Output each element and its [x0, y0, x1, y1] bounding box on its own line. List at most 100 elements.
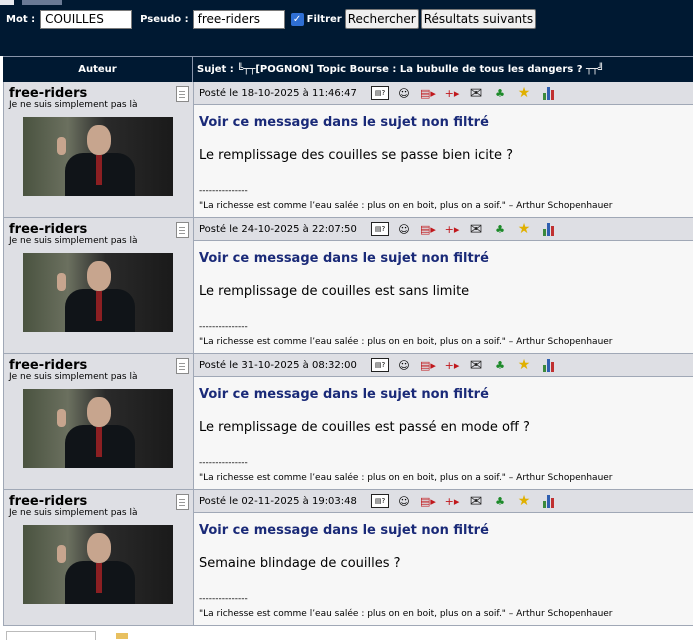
- profile-icon[interactable]: ▤?: [371, 358, 389, 372]
- stats-icon[interactable]: [539, 494, 557, 508]
- mail-icon[interactable]: ✉: [467, 221, 485, 236]
- posts-table: Auteur Sujet : ╚┬┬[POGNON] Topic Bourse …: [3, 56, 693, 626]
- post-message: Le remplissage de couilles est sans limi…: [199, 284, 470, 299]
- quote-icon[interactable]: ▤▸: [419, 222, 437, 236]
- profile-doc-icon[interactable]: [176, 494, 189, 510]
- avatar-face: [87, 125, 111, 155]
- post-meta-bar: Posté le 18-10-2025 à 11:46:47 ▤? ☺ ▤▸ +…: [194, 82, 693, 105]
- view-unfiltered-link[interactable]: Voir ce message dans le sujet non filtré: [199, 387, 489, 402]
- profile-doc-icon[interactable]: [176, 222, 189, 238]
- avatar-tie: [96, 563, 102, 593]
- favorite-star-icon[interactable]: ★: [515, 358, 533, 372]
- table-header: Auteur Sujet : ╚┬┬[POGNON] Topic Bourse …: [3, 56, 693, 82]
- favorite-star-icon[interactable]: ★: [515, 86, 533, 100]
- topic-subject[interactable]: Sujet : ╚┬┬[POGNON] Topic Bourse : La bu…: [193, 57, 693, 82]
- post-author-cell: free-riders Je ne suis simplement pas là: [4, 218, 194, 353]
- stats-bar: [550, 89, 554, 100]
- post-date: Posté le 02-11-2025 à 19:03:48: [199, 495, 357, 507]
- mail-icon[interactable]: ✉: [467, 85, 485, 100]
- avatar-hand: [57, 273, 66, 291]
- post-actions: ▤? ☺ ▤▸ +▸ ✉ ♣ ★: [371, 221, 563, 236]
- author-tagline: Je ne suis simplement pas là: [9, 508, 138, 518]
- author-name[interactable]: free-riders: [9, 358, 87, 373]
- avatar-hand: [57, 545, 66, 563]
- post-author-cell: free-riders Je ne suis simplement pas là: [4, 354, 194, 489]
- pseudo-input[interactable]: [192, 9, 285, 29]
- signature-separator: ---------------: [199, 186, 248, 196]
- avatar-face: [87, 533, 111, 563]
- avatar: [23, 117, 173, 196]
- post-signature: "La richesse est comme l’eau salée : plu…: [199, 201, 613, 211]
- profile-icon[interactable]: ▤?: [371, 222, 389, 236]
- stats-bar: [550, 361, 554, 372]
- quote-icon[interactable]: ▤▸: [419, 494, 437, 508]
- filter-label: Filtrer: [306, 13, 342, 25]
- mot-label: Mot :: [6, 13, 36, 25]
- profile-icon[interactable]: ▤?: [371, 86, 389, 100]
- alert-icon[interactable]: ♣: [491, 358, 509, 372]
- quote-icon[interactable]: ▤▸: [419, 86, 437, 100]
- post-message: Semaine blindage de couilles ?: [199, 556, 401, 571]
- post-date: Posté le 24-10-2025 à 22:07:50: [199, 223, 357, 235]
- author-name[interactable]: free-riders: [9, 86, 87, 101]
- post-body-cell: Posté le 18-10-2025 à 11:46:47 ▤? ☺ ▤▸ +…: [194, 82, 693, 217]
- post-meta-bar: Posté le 31-10-2025 à 08:32:00 ▤? ☺ ▤▸ +…: [194, 354, 693, 377]
- post-date: Posté le 18-10-2025 à 11:46:47: [199, 87, 357, 99]
- stats-icon[interactable]: [539, 222, 557, 236]
- post-row: free-riders Je ne suis simplement pas là…: [3, 490, 693, 626]
- search-button[interactable]: Rechercher: [344, 9, 419, 29]
- smiley-icon[interactable]: ☺: [395, 86, 413, 100]
- stats-icon[interactable]: [539, 86, 557, 100]
- profile-doc-icon[interactable]: [176, 358, 189, 374]
- stats-bar: [542, 500, 546, 508]
- avatar: [23, 389, 173, 468]
- post-meta-bar: Posté le 24-10-2025 à 22:07:50 ▤? ☺ ▤▸ +…: [194, 218, 693, 241]
- multi-quote-icon[interactable]: +▸: [443, 222, 461, 236]
- avatar-tie: [96, 427, 102, 457]
- nav-tab[interactable]: [0, 0, 14, 5]
- nav-tab-active[interactable]: [22, 0, 62, 5]
- view-unfiltered-link[interactable]: Voir ce message dans le sujet non filtré: [199, 115, 489, 130]
- signature-separator: ---------------: [199, 322, 248, 332]
- mail-icon[interactable]: ✉: [467, 493, 485, 508]
- post-author-cell: free-riders Je ne suis simplement pas là: [4, 82, 194, 217]
- post-body-cell: Posté le 31-10-2025 à 08:32:00 ▤? ☺ ▤▸ +…: [194, 354, 693, 489]
- alert-icon[interactable]: ♣: [491, 222, 509, 236]
- author-tagline: Je ne suis simplement pas là: [9, 372, 138, 382]
- multi-quote-icon[interactable]: +▸: [443, 494, 461, 508]
- mail-icon[interactable]: ✉: [467, 357, 485, 372]
- avatar-tie: [96, 155, 102, 185]
- stats-bar: [542, 364, 546, 372]
- profile-icon[interactable]: ▤?: [371, 494, 389, 508]
- profile-doc-icon[interactable]: [176, 86, 189, 102]
- mot-input[interactable]: [40, 9, 133, 29]
- stats-bar: [546, 358, 550, 372]
- multi-quote-icon[interactable]: +▸: [443, 86, 461, 100]
- quote-icon[interactable]: ▤▸: [419, 358, 437, 372]
- post-actions: ▤? ☺ ▤▸ +▸ ✉ ♣ ★: [371, 85, 563, 100]
- next-results-button[interactable]: Résultats suivants: [420, 9, 537, 29]
- footer: [0, 631, 693, 640]
- folder-icon[interactable]: [116, 633, 128, 639]
- smiley-icon[interactable]: ☺: [395, 222, 413, 236]
- favorite-star-icon[interactable]: ★: [515, 222, 533, 236]
- alert-icon[interactable]: ♣: [491, 494, 509, 508]
- view-unfiltered-link[interactable]: Voir ce message dans le sujet non filtré: [199, 251, 489, 266]
- smiley-icon[interactable]: ☺: [395, 358, 413, 372]
- author-name[interactable]: free-riders: [9, 222, 87, 237]
- multi-quote-icon[interactable]: +▸: [443, 358, 461, 372]
- author-column-header: Auteur: [3, 57, 193, 82]
- favorite-star-icon[interactable]: ★: [515, 494, 533, 508]
- alert-icon[interactable]: ♣: [491, 86, 509, 100]
- stats-icon[interactable]: [539, 358, 557, 372]
- stats-bars: [542, 222, 554, 236]
- smiley-icon[interactable]: ☺: [395, 494, 413, 508]
- stats-bar: [542, 228, 546, 236]
- post-row: free-riders Je ne suis simplement pas là…: [3, 218, 693, 354]
- author-tagline: Je ne suis simplement pas là: [9, 100, 138, 110]
- author-name[interactable]: free-riders: [9, 494, 87, 509]
- top-bar: Mot : Pseudo : ✓ Filtrer Rechercher Résu…: [0, 0, 693, 56]
- view-unfiltered-link[interactable]: Voir ce message dans le sujet non filtré: [199, 523, 489, 538]
- filter-checkbox[interactable]: ✓: [290, 12, 304, 26]
- post-row: free-riders Je ne suis simplement pas là…: [3, 354, 693, 490]
